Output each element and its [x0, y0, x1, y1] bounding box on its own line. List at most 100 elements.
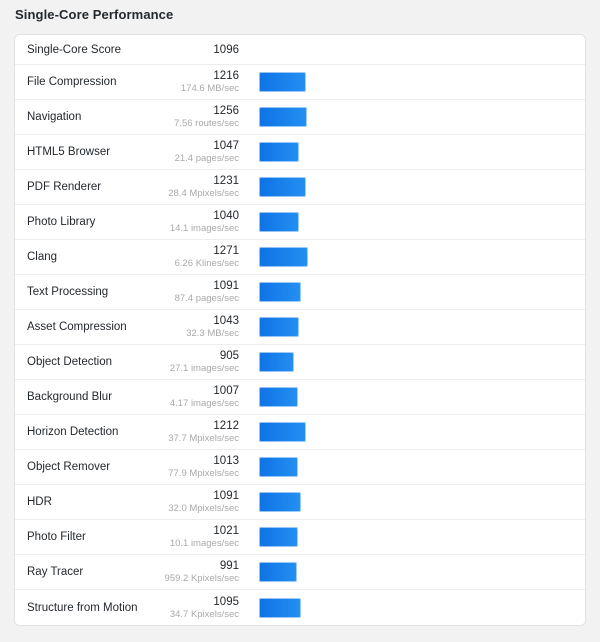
score-bar-fill — [259, 212, 299, 232]
score-bar-track — [259, 352, 579, 372]
benchmark-score: 1021 — [213, 525, 239, 537]
score-bar-track — [259, 282, 579, 302]
benchmark-name: Background Blur — [27, 391, 113, 403]
table-row[interactable]: HDR 1091 32.0 Mpixels/sec — [15, 485, 585, 520]
score-bar-track — [259, 422, 579, 442]
score-bar-track — [259, 492, 579, 512]
table-row[interactable]: Background Blur 1007 4.17 images/sec — [15, 380, 585, 415]
table-row[interactable]: Photo Filter 1021 10.1 images/sec — [15, 520, 585, 555]
benchmark-rate: 27.1 images/sec — [169, 363, 239, 374]
benchmark-score: 1007 — [213, 385, 239, 397]
benchmark-page: Single-Core Performance Single-Core Scor… — [0, 0, 600, 642]
table-row[interactable]: Horizon Detection 1212 37.7 Mpixels/sec — [15, 415, 585, 450]
benchmark-score: 1095 — [213, 595, 239, 608]
score-bar-fill — [259, 247, 308, 267]
score-bar-fill — [259, 527, 298, 547]
benchmark-rate: 32.0 Mpixels/sec — [168, 503, 239, 514]
benchmark-score: 1047 — [213, 140, 239, 152]
table-row[interactable]: Object Remover 1013 77.9 Mpixels/sec — [15, 450, 585, 485]
summary-score: 1096 — [213, 43, 239, 56]
score-bar-track — [259, 562, 579, 582]
score-bar-fill — [259, 422, 306, 442]
benchmark-rate: 77.9 Mpixels/sec — [168, 468, 239, 479]
benchmark-score: 1231 — [213, 175, 239, 187]
benchmark-rate: 4.17 images/sec — [169, 398, 239, 409]
benchmark-score: 905 — [219, 350, 239, 362]
benchmark-name: Object Remover — [27, 461, 111, 473]
score-bar-fill — [259, 597, 301, 618]
score-bar-fill — [259, 72, 306, 92]
benchmark-rate: 174.6 MB/sec — [180, 83, 239, 94]
table-row[interactable]: Asset Compression 1043 32.3 MB/sec — [15, 310, 585, 345]
benchmark-rate: 14.1 images/sec — [169, 223, 239, 234]
benchmark-rate: 6.26 Klines/sec — [174, 258, 239, 269]
score-bar-track — [259, 247, 579, 267]
benchmark-name: File Compression — [27, 76, 117, 88]
benchmark-score: 1212 — [213, 420, 239, 432]
benchmark-score: 991 — [219, 560, 239, 572]
score-bar-track — [259, 387, 579, 407]
summary-row: Single-Core Score 1096 — [15, 35, 585, 65]
summary-label: Single-Core Score — [27, 43, 121, 56]
table-row[interactable]: PDF Renderer 1231 28.4 Mpixels/sec — [15, 170, 585, 205]
benchmark-score: 1013 — [213, 455, 239, 467]
table-row[interactable]: HTML5 Browser 1047 21.4 pages/sec — [15, 135, 585, 170]
score-bar-fill — [259, 282, 301, 302]
benchmark-name: HTML5 Browser — [27, 146, 111, 158]
table-row[interactable]: Object Detection 905 27.1 images/sec — [15, 345, 585, 380]
benchmark-name: Photo Filter — [27, 531, 86, 543]
table-row[interactable]: Text Processing 1091 87.4 pages/sec — [15, 275, 585, 310]
benchmark-name: Asset Compression — [27, 321, 127, 333]
score-bar-track — [259, 527, 579, 547]
score-bar-track — [259, 72, 579, 92]
score-bar-track — [259, 317, 579, 337]
benchmark-rate: 32.3 MB/sec — [186, 328, 239, 339]
benchmark-rate: 10.1 images/sec — [169, 538, 239, 549]
benchmark-score: 1040 — [213, 210, 239, 222]
benchmark-name: Object Detection — [27, 356, 113, 368]
table-row[interactable]: Ray Tracer 991 959.2 Kpixels/sec — [15, 555, 585, 590]
score-bar-fill — [259, 177, 306, 197]
score-bar-track — [259, 212, 579, 232]
table-row[interactable]: Photo Library 1040 14.1 images/sec — [15, 205, 585, 240]
benchmark-score: 1043 — [213, 315, 239, 327]
score-bar-track — [259, 142, 579, 162]
benchmark-score: 1271 — [213, 245, 239, 257]
table-row[interactable]: Navigation 1256 7.56 routes/sec — [15, 100, 585, 135]
benchmark-rate: 959.2 Kpixels/sec — [164, 573, 239, 584]
benchmark-name: Structure from Motion — [27, 601, 138, 614]
benchmark-results-card: Single-Core Score 1096 File Compression 1… — [14, 34, 586, 626]
score-bar-fill — [259, 457, 298, 477]
score-bar-fill — [259, 317, 299, 337]
benchmark-rate: 7.56 routes/sec — [174, 118, 239, 129]
score-bar-track — [259, 177, 579, 197]
benchmark-name: Horizon Detection — [27, 426, 119, 438]
score-bar-track — [259, 457, 579, 477]
score-bar-track — [259, 597, 579, 618]
benchmark-rate: 34.7 Kpixels/sec — [169, 608, 239, 620]
score-bar-fill — [259, 352, 294, 372]
score-bar-track — [259, 107, 579, 127]
benchmark-name: PDF Renderer — [27, 181, 102, 193]
score-bar-fill — [259, 562, 297, 582]
benchmark-name: Photo Library — [27, 216, 96, 228]
benchmark-name: Clang — [27, 251, 58, 263]
benchmark-rate: 21.4 pages/sec — [174, 153, 239, 164]
page-title: Single-Core Performance — [15, 7, 174, 22]
benchmark-rate: 87.4 pages/sec — [174, 293, 239, 304]
benchmark-name: Text Processing — [27, 286, 109, 298]
benchmark-rate: 28.4 Mpixels/sec — [168, 188, 239, 199]
benchmark-score: 1091 — [213, 490, 239, 502]
score-bar-fill — [259, 142, 299, 162]
benchmark-rate: 37.7 Mpixels/sec — [168, 433, 239, 444]
score-bar-fill — [259, 492, 301, 512]
score-bar-fill — [259, 107, 307, 127]
benchmark-name: HDR — [27, 496, 52, 508]
benchmark-name: Navigation — [27, 111, 82, 123]
benchmark-score: 1216 — [213, 70, 239, 82]
table-row[interactable]: Clang 1271 6.26 Klines/sec — [15, 240, 585, 275]
table-row[interactable]: Structure from Motion 1095 34.7 Kpixels/se… — [15, 590, 585, 625]
score-bar-fill — [259, 387, 298, 407]
table-row[interactable]: File Compression 1216 174.6 MB/sec — [15, 65, 585, 100]
benchmark-score: 1256 — [213, 105, 239, 117]
